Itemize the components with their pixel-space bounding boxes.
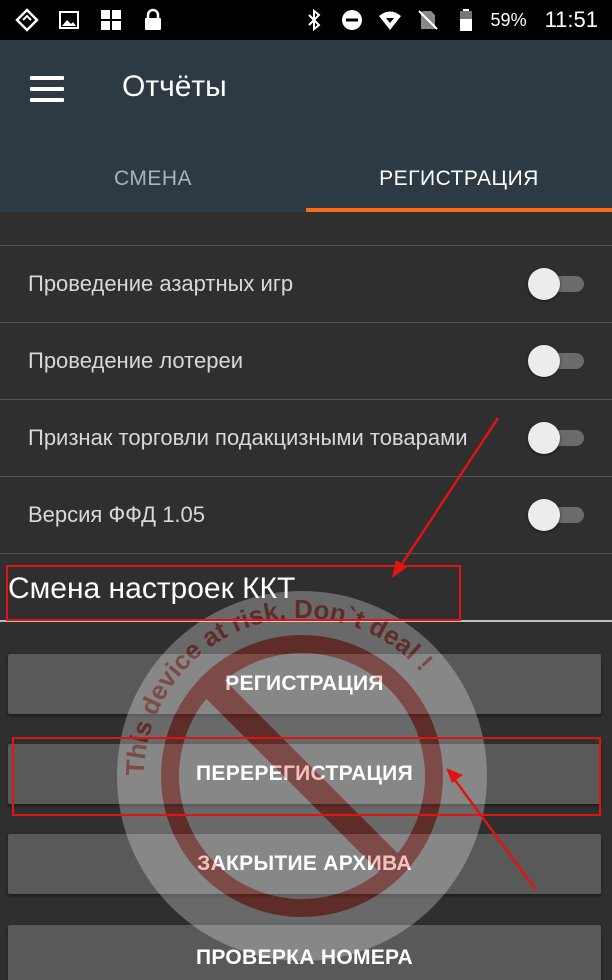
status-bar: 59% 11:51 [0, 0, 612, 40]
setting-row-excise-goods[interactable]: Признак торговли подакцизными товарами [0, 400, 612, 477]
battery-icon [453, 7, 479, 33]
tab-shift[interactable]: СМЕНА [0, 145, 306, 212]
setting-row-gambling[interactable]: Проведение азартных игр [0, 246, 612, 323]
toggle-gambling[interactable] [528, 267, 586, 301]
battery-percentage: 59% [490, 9, 527, 30]
do-not-disturb-icon [339, 7, 365, 33]
tab-registration[interactable]: РЕГИСТРАЦИЯ [306, 145, 612, 212]
section-title: Смена настроек ККТ [8, 572, 296, 605]
app-bar: Отчёты СМЕНА РЕГИСТРАЦИЯ [0, 40, 612, 212]
section-divider [0, 620, 612, 622]
status-right-icons: 59% 11:51 [301, 7, 598, 33]
setting-label: Признак торговли подакцизными товарами [28, 425, 468, 450]
registration-button[interactable]: РЕГИСТРАЦИЯ [8, 654, 601, 714]
wifi-icon [377, 7, 403, 33]
setting-label: Версия ФФД 1.05 [28, 502, 206, 527]
reregistration-button[interactable]: ПЕРЕРЕГИСТРАЦИЯ [8, 744, 601, 804]
lock-icon [140, 7, 166, 33]
image-icon [56, 7, 82, 33]
clock: 11:51 [544, 7, 598, 32]
hamburger-menu-icon[interactable] [30, 76, 64, 102]
setting-label: Проведение лотереи [28, 348, 243, 373]
setting-row-lottery[interactable]: Проведение лотереи [0, 323, 612, 400]
close-archive-button[interactable]: ЗАКРЫТИЕ АРХИВА [8, 834, 601, 894]
app-grid-icon [98, 7, 124, 33]
toggle-lottery[interactable] [528, 344, 586, 378]
status-left-icons [14, 7, 166, 33]
list-item-partial [0, 212, 612, 246]
bluetooth-icon [301, 7, 327, 33]
setting-label: Проведение азартных игр [28, 271, 294, 296]
toggle-ffd-version[interactable] [528, 498, 586, 532]
tab-bar: СМЕНА РЕГИСТРАЦИЯ [0, 145, 612, 212]
signal-diamond-icon [14, 7, 40, 33]
no-sim-icon [415, 7, 441, 33]
page-title: Отчёты [122, 70, 227, 103]
toggle-excise-goods[interactable] [528, 421, 586, 455]
check-number-button[interactable]: ПРОВЕРКА НОМЕРА [8, 925, 601, 980]
settings-list: Проведение азартных игр Проведение лотер… [0, 212, 612, 554]
setting-row-ffd-version[interactable]: Версия ФФД 1.05 [0, 477, 612, 554]
